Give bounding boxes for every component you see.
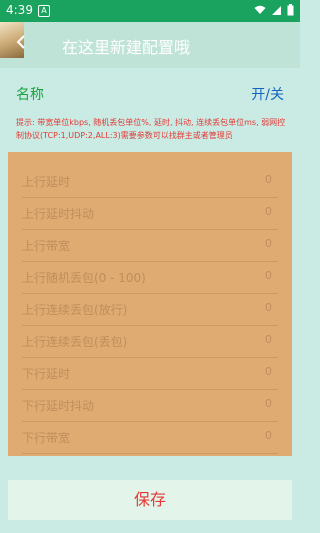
save-button-label: 保存 (133, 490, 166, 509)
save-button[interactable]: 保存 (8, 480, 292, 520)
field-uplink-burst-pass[interactable]: 上行连续丢包(放行) 0 (22, 294, 278, 326)
field-value[interactable]: 0 (265, 333, 272, 346)
enable-toggle[interactable]: 开/关 (251, 84, 284, 104)
status-icons (254, 4, 294, 16)
name-label[interactable]: 名称 (16, 84, 44, 104)
field-downlink-bandwidth[interactable]: 下行带宽 0 (22, 422, 278, 454)
field-downlink-delay[interactable]: 下行延时 0 (22, 358, 278, 390)
field-value[interactable]: 0 (265, 173, 272, 186)
field-value[interactable]: 0 (265, 365, 272, 378)
field-uplink-burst-loss[interactable]: 上行连续丢包(丢包) 0 (22, 326, 278, 358)
field-uplink-delay[interactable]: 上行延时 0 (22, 166, 278, 198)
field-label: 上行随机丢包(0 - 100) (22, 271, 146, 285)
field-uplink-jitter[interactable]: 上行延时抖动 0 (22, 198, 278, 230)
field-label: 下行带宽 (22, 431, 71, 445)
field-label: 下行延时 (22, 367, 71, 381)
field-value[interactable]: 0 (265, 429, 272, 442)
page-title: 在这里新建配置哦 (62, 38, 191, 57)
field-value[interactable]: 0 (265, 205, 272, 218)
signal-icon (272, 5, 281, 15)
config-name-row: 名称 开/关 (0, 78, 300, 108)
battery-icon (287, 4, 294, 16)
field-label: 上行延时抖动 (22, 207, 95, 221)
field-label: 上行延时 (22, 175, 71, 189)
back-arrow-icon[interactable] (14, 34, 30, 50)
field-label: 上行连续丢包(丢包) (22, 335, 128, 349)
field-uplink-random-loss[interactable]: 上行随机丢包(0 - 100) 0 (22, 262, 278, 294)
field-value[interactable]: 0 (265, 397, 272, 410)
hint-text: 提示: 带宽单位kbps, 随机丢包单位%, 延时, 抖动, 连续丢包单位ms,… (16, 118, 286, 140)
field-downlink-jitter[interactable]: 下行延时抖动 0 (22, 390, 278, 422)
field-label: 上行带宽 (22, 239, 71, 253)
app-bar: 在这里新建配置哦 (0, 22, 300, 68)
field-value[interactable]: 0 (265, 301, 272, 314)
field-label: 下行延时抖动 (22, 399, 95, 413)
notification-icon: A (38, 5, 50, 17)
wifi-icon (254, 5, 266, 14)
field-uplink-bandwidth[interactable]: 上行带宽 0 (22, 230, 278, 262)
field-value[interactable]: 0 (265, 237, 272, 250)
status-bar: 4:39 A (0, 0, 300, 22)
field-label: 上行连续丢包(放行) (22, 303, 128, 317)
status-time: 4:39 (6, 3, 33, 17)
settings-panel: 上行延时 0 上行延时抖动 0 上行带宽 0 上行随机丢包(0 - 100) 0… (8, 152, 292, 456)
field-value[interactable]: 0 (265, 269, 272, 282)
